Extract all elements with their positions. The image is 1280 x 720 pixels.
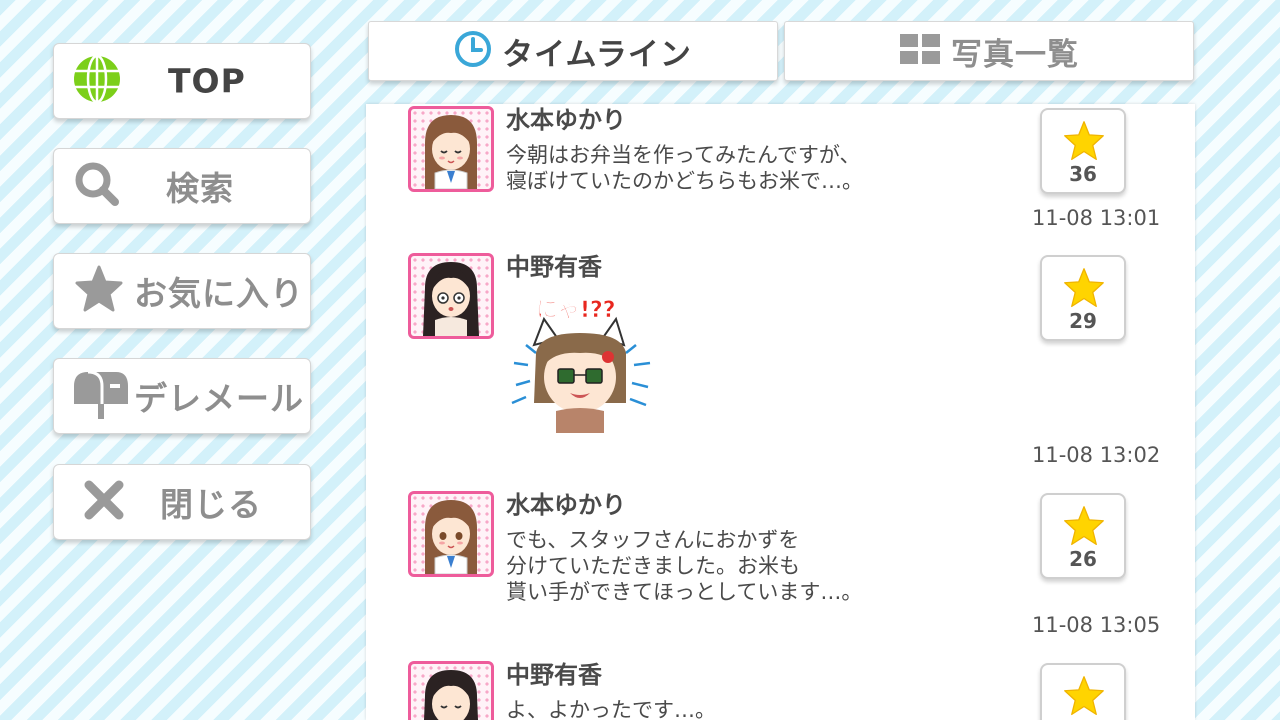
post-timestamp: 11-08 13:05 [1032, 613, 1161, 637]
avatar[interactable] [408, 106, 494, 192]
post-message: でも、スタッフさんにおかずを 分けていただきました。お米も 貰い手ができてほっと… [506, 527, 862, 605]
like-button[interactable]: 26 [1040, 493, 1126, 579]
like-count: 26 [1069, 547, 1097, 571]
sidebar-item-label: TOP [168, 61, 246, 101]
clock-icon [454, 30, 492, 72]
sidebar-item-label: お気に入り [134, 274, 304, 313]
tab-label: 写真一覧 [951, 36, 1079, 73]
message-line: 今朝はお弁当を作ってみたんですが、 [506, 143, 861, 167]
message-line: 貰い手ができてほっとしています…。 [506, 580, 863, 604]
post-message: 今朝はお弁当を作ってみたんですが、 寝ぼけていたのかどちらもお米で…。 [506, 142, 863, 194]
sticker-image: にゃ!?? [506, 293, 656, 437]
sidebar-item-label: 閉じる [160, 485, 262, 524]
sidebar-item-favorites[interactable]: お気に入り [53, 253, 311, 329]
poster-name: 水本ゆかり [506, 491, 626, 519]
tab-photos[interactable]: 写真一覧 [784, 21, 1194, 81]
like-button[interactable]: 36 [1040, 108, 1126, 194]
sidebar-item-search[interactable]: 検索 [53, 148, 311, 224]
avatar[interactable] [408, 491, 494, 577]
message-line: よ、よかったです…。 [506, 698, 716, 720]
star-icon [74, 265, 124, 317]
like-count: 29 [1069, 309, 1097, 333]
message-line: 分けていただきました。お米も [506, 554, 800, 578]
sticker-text: にゃ!?? [536, 298, 616, 323]
post-timestamp: 11-08 13:01 [1032, 206, 1161, 230]
poster-name: 中野有香 [506, 253, 602, 281]
mailbox-icon [72, 368, 130, 424]
post-message: よ、よかったです…。 [506, 697, 716, 720]
sidebar-item-label: デレメール [134, 379, 304, 418]
message-line: でも、スタッフさんにおかずを [506, 528, 800, 552]
tab-label: タイムライン [502, 36, 692, 73]
like-count: 36 [1069, 162, 1097, 186]
star-icon [1062, 675, 1106, 720]
like-button[interactable]: 29 [1040, 255, 1126, 341]
tab-timeline[interactable]: タイムライン [368, 21, 778, 81]
close-icon [82, 478, 126, 526]
like-button[interactable] [1040, 663, 1126, 720]
message-line: 寝ぼけていたのかどちらもお米で…。 [506, 169, 863, 193]
sidebar-item-label: 検索 [166, 169, 234, 208]
poster-name: 中野有香 [506, 661, 602, 689]
grid-icon [899, 33, 941, 69]
sidebar-item-top[interactable]: TOP [53, 43, 311, 119]
star-icon [1062, 267, 1106, 313]
globe-icon [72, 54, 122, 108]
poster-name: 水本ゆかり [506, 106, 626, 134]
avatar[interactable] [408, 661, 494, 720]
sidebar-item-deremail[interactable]: デレメール [53, 358, 311, 434]
star-icon [1062, 505, 1106, 551]
avatar[interactable] [408, 253, 494, 339]
post-timestamp: 11-08 13:02 [1032, 443, 1161, 467]
sidebar-item-close[interactable]: 閉じる [53, 464, 311, 540]
search-icon [74, 161, 120, 211]
star-icon [1062, 120, 1106, 166]
timeline-panel[interactable]: 水本ゆかり 今朝はお弁当を作ってみたんですが、 寝ぼけていたのかどちらもお米で…… [366, 104, 1195, 720]
